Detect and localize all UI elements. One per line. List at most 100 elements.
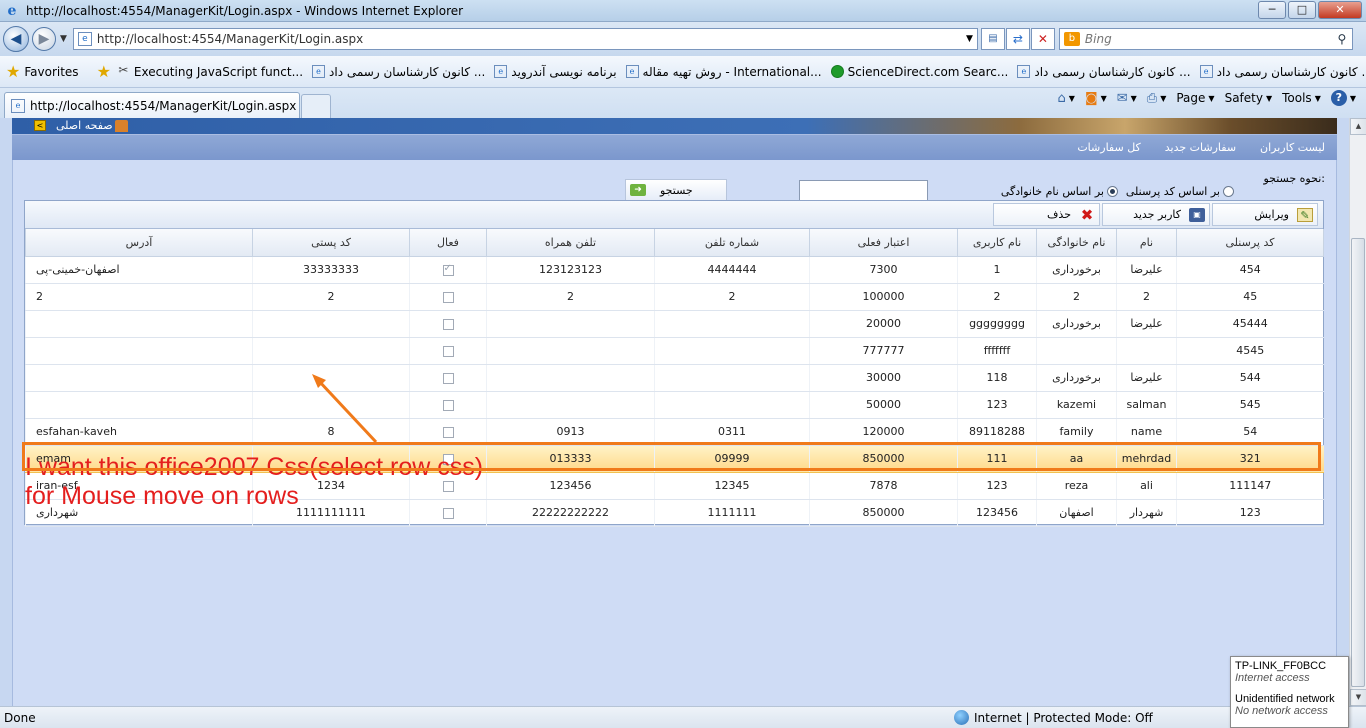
cell-mobile bbox=[486, 364, 655, 392]
radio-personnel-code[interactable]: بر اساس کد پرسنلی bbox=[1126, 185, 1234, 198]
bing-icon: b bbox=[1063, 32, 1080, 46]
cell-credit: 777777 bbox=[809, 337, 958, 365]
column-header[interactable]: کد پرسنلی bbox=[1176, 229, 1324, 257]
back-button[interactable]: ◀ bbox=[3, 26, 29, 52]
favorite-item[interactable]: ScienceDirect.com Searc... bbox=[830, 65, 1008, 79]
help-menu[interactable]: ? ▼ bbox=[1330, 90, 1356, 106]
minimize-button[interactable]: ─ bbox=[1258, 1, 1286, 19]
search-icon[interactable]: ⚲ bbox=[1332, 32, 1352, 46]
cell-credit: 30000 bbox=[809, 364, 958, 392]
cell-credit: 7300 bbox=[809, 256, 958, 284]
vertical-scrollbar[interactable]: ▲ ▼ bbox=[1349, 118, 1366, 706]
feeds-button[interactable]: ◙ ▼ bbox=[1085, 91, 1107, 106]
cell-mobile bbox=[486, 337, 655, 365]
active-checkbox[interactable] bbox=[442, 372, 454, 384]
table-row[interactable]: 4545 fffffff 777777 bbox=[25, 337, 1324, 365]
cell-address bbox=[25, 310, 253, 338]
edit-button[interactable]: ✎ ویرایش bbox=[1212, 203, 1318, 226]
globe-icon bbox=[954, 710, 969, 725]
column-header[interactable]: تلفن همراه bbox=[486, 229, 655, 257]
scroll-up-arrow[interactable]: ▲ bbox=[1350, 118, 1366, 135]
column-header[interactable]: نام خانوادگی bbox=[1036, 229, 1117, 257]
active-checkbox[interactable] bbox=[442, 318, 454, 330]
menu-item-new-orders[interactable]: سفارشات جدید bbox=[1165, 141, 1236, 154]
table-row[interactable]: 544 علیرضا برخورداری 118 30000 bbox=[25, 364, 1324, 392]
command-bar: ⌂ ▼ ◙ ▼ ✉ ▼ ⎙ ▼ Page ▼ Safety ▼ Tools ▼ ? ▼ bbox=[1048, 90, 1356, 106]
table-row[interactable]: 54 name family 89118288 120000 0311 0913 8 esfah… bbox=[25, 418, 1324, 446]
tab-login[interactable]: e http://localhost:4554/ManagerKit/Login… bbox=[4, 92, 300, 118]
table-row[interactable]: 545 salman kazemi 123 50000 bbox=[25, 391, 1324, 419]
address-toolbar: ◀ ▶ ▼ e http://localhost:4554/ManagerKit… bbox=[0, 22, 1366, 56]
table-row[interactable]: 45444 علیرضا برخورداری gggggggg 20000 bbox=[25, 310, 1324, 338]
cell-username: 1 bbox=[957, 256, 1037, 284]
favorites-button[interactable]: Favorites bbox=[24, 65, 78, 79]
table-header-row: کد پرسنلی نام نام خانوادگی نام کاربری اع… bbox=[25, 229, 1324, 257]
radio-personnel-circle[interactable] bbox=[1223, 186, 1234, 197]
active-checkbox[interactable] bbox=[442, 345, 454, 357]
scroll-down-arrow[interactable]: ▼ bbox=[1350, 689, 1366, 706]
compatibility-view-icon[interactable]: ▤ bbox=[980, 28, 1005, 50]
cell-active bbox=[409, 364, 487, 392]
cell-mobile: 22222222222 bbox=[486, 499, 655, 527]
mail-button[interactable]: ✉ ▼ bbox=[1117, 91, 1137, 106]
search-box[interactable]: b ⚲ bbox=[1058, 28, 1353, 50]
close-window-button[interactable]: ✕ bbox=[1318, 1, 1362, 19]
cell-phone bbox=[654, 391, 810, 419]
favorite-item[interactable]: e برنامه نویسی آندروید bbox=[494, 65, 617, 79]
radio-family-circle[interactable] bbox=[1107, 186, 1118, 197]
scroll-thumb[interactable] bbox=[1351, 238, 1365, 687]
stop-icon[interactable]: ✕ bbox=[1030, 28, 1055, 50]
print-button[interactable]: ⎙ ▼ bbox=[1147, 91, 1167, 106]
table-row[interactable]: 454علیرضابرخورداری173004444444123123123 3… bbox=[25, 256, 1324, 284]
column-header[interactable]: فعال bbox=[409, 229, 487, 257]
search-input[interactable] bbox=[1084, 32, 1332, 46]
radio-family-name[interactable]: بر اساس نام خانوادگی bbox=[1001, 185, 1118, 198]
active-checkbox[interactable] bbox=[442, 399, 454, 411]
tools-menu[interactable]: Tools ▼ bbox=[1282, 91, 1321, 105]
column-header[interactable]: آدرس bbox=[25, 229, 253, 257]
recent-pages-dropdown-icon[interactable]: ▼ bbox=[60, 34, 67, 44]
refresh-icon[interactable]: ⇄ bbox=[1005, 28, 1030, 50]
address-dropdown-icon[interactable]: ▼ bbox=[966, 34, 973, 44]
status-bar: Done Internet | Protected Mode: Off bbox=[0, 706, 1366, 728]
cell-credit: 100000 bbox=[809, 283, 958, 311]
column-header[interactable]: نام کاربری bbox=[957, 229, 1037, 257]
new-tab-button[interactable] bbox=[301, 94, 331, 118]
menu-item-users[interactable]: لیست کاربران bbox=[1260, 141, 1325, 154]
favorite-item[interactable]: e کانون کارشناسان رسمی داد ... bbox=[312, 65, 485, 79]
back-arrow-icon[interactable]: < bbox=[34, 120, 46, 131]
column-header[interactable]: شماره تلفن bbox=[654, 229, 810, 257]
url-text[interactable]: http://localhost:4554/ManagerKit/Login.a… bbox=[97, 32, 966, 46]
active-checkbox[interactable] bbox=[442, 291, 454, 303]
cell-address bbox=[25, 364, 253, 392]
page-menu[interactable]: Page ▼ bbox=[1176, 91, 1214, 105]
favorite-item[interactable]: e روش تهیه مقاله - International... bbox=[625, 65, 822, 79]
table-row[interactable]: 45 2 2 2 100000 2 2 2 2 bbox=[25, 283, 1324, 311]
column-header[interactable]: نام bbox=[1116, 229, 1177, 257]
favorites-star-icon[interactable]: ★ bbox=[6, 62, 20, 81]
add-favorite-icon[interactable]: ★ bbox=[97, 62, 111, 81]
menu-item-all-orders[interactable]: کل سفارشات bbox=[1077, 141, 1140, 154]
security-zone[interactable]: Internet | Protected Mode: Off bbox=[954, 710, 1153, 725]
active-checkbox[interactable] bbox=[442, 426, 454, 438]
maximize-button[interactable]: □ bbox=[1288, 1, 1316, 19]
forward-button[interactable]: ▶ bbox=[32, 27, 56, 51]
active-checkbox[interactable] bbox=[442, 263, 454, 276]
home-link-label: صفحه اصلی bbox=[56, 119, 113, 132]
column-header[interactable]: کد پستی bbox=[252, 229, 410, 257]
column-header[interactable]: اعتبار فعلی bbox=[809, 229, 958, 257]
search-query-input[interactable] bbox=[799, 180, 928, 201]
rss-icon: ◙ bbox=[1084, 90, 1098, 106]
delete-button[interactable]: ✖ حذف bbox=[993, 203, 1100, 226]
cell-name: علیرضا bbox=[1116, 364, 1177, 392]
home-button[interactable]: ⌂ ▼ bbox=[1058, 91, 1075, 106]
favorite-item[interactable]: e کانون کارشناسان رسمی داد ... bbox=[1199, 65, 1366, 79]
edit-button-label: ویرایش bbox=[1254, 208, 1289, 221]
safety-menu[interactable]: Safety ▼ bbox=[1225, 91, 1273, 105]
favorite-item[interactable]: e کانون کارشناسان رسمی داد ... bbox=[1017, 65, 1191, 79]
search-button[interactable]: ➜ جستجو bbox=[625, 179, 727, 201]
address-input[interactable]: e http://localhost:4554/ManagerKit/Login… bbox=[72, 28, 978, 50]
new-user-button[interactable]: ▣ کاربر جدید bbox=[1102, 203, 1210, 226]
favorite-item[interactable]: ✂ Executing JavaScript funct... bbox=[117, 64, 303, 79]
home-link[interactable]: < صفحه اصلی bbox=[34, 119, 128, 132]
